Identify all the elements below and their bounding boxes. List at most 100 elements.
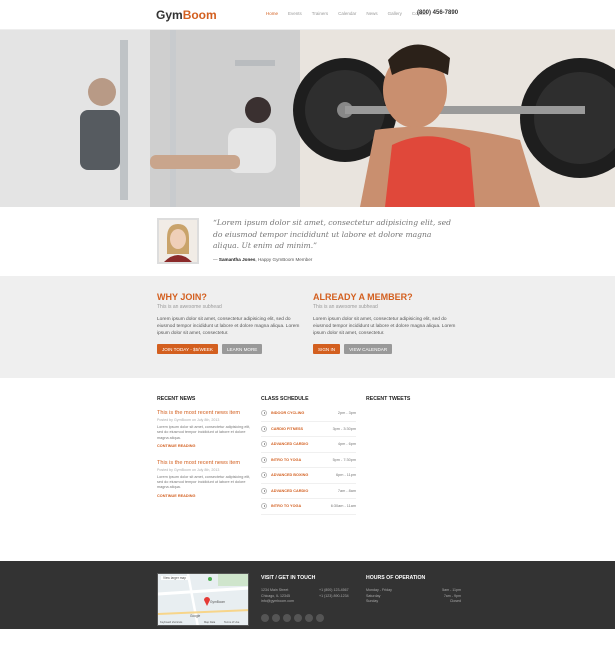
- continue-reading-link[interactable]: CONTINUE READING: [157, 494, 252, 498]
- news-title[interactable]: This is the most recent news item: [157, 410, 252, 416]
- clock-icon: [261, 487, 267, 494]
- class-name: CARDIO FITNESS: [271, 426, 304, 431]
- hours-heading: HOURS OF OPERATION: [366, 575, 426, 581]
- news-item: This is the most recent news item Posted…: [157, 460, 252, 498]
- testimonial-avatar: [157, 218, 199, 264]
- schedule-row[interactable]: INTRO TO YOGA 5pm - 7:30pm: [261, 453, 356, 468]
- class-schedule-heading: CLASS SCHEDULE: [261, 396, 309, 402]
- site-logo[interactable]: GymBoom: [156, 8, 217, 22]
- news-body: Lorem ipsum dolor sit amet, consectetur …: [157, 474, 251, 490]
- recent-tweets: RECENT TWEETS: [366, 396, 410, 402]
- recent-tweets-heading: RECENT TWEETS: [366, 396, 411, 402]
- view-calendar-button[interactable]: VIEW CALENDAR: [344, 344, 393, 354]
- recent-news-heading: RECENT NEWS: [157, 396, 196, 402]
- news-body: Lorem ipsum dolor sit amet, consectetur …: [157, 425, 251, 440]
- why-join-title: WHY JOIN?: [157, 292, 207, 302]
- map-brand-label: Google: [190, 614, 201, 618]
- why-join-subtitle: This is an awesome subhead: [157, 304, 222, 310]
- schedule-row[interactable]: ADVANCED CARDIO 4pm - 6pm: [261, 437, 356, 453]
- testimonial: “Lorem ipsum dolor sit amet, consectetur…: [155, 215, 460, 270]
- class-time: 3pm - 3:30pm: [332, 426, 356, 431]
- schedule-row[interactable]: INTRO TO YOGA 6:30am - 11am: [261, 499, 356, 515]
- news-meta: Posted by GymBoom on July 8th, 2013: [157, 418, 220, 422]
- nav-events[interactable]: Events: [288, 11, 302, 16]
- member-title: ALREADY A MEMBER?: [313, 292, 413, 302]
- clock-icon: [261, 441, 267, 448]
- clock-icon: [261, 410, 267, 417]
- sign-in-button[interactable]: SIGN IN: [313, 344, 341, 354]
- hero-illustration: [0, 30, 615, 207]
- class-name: ADVANCED CARDIO: [271, 488, 309, 493]
- avatar-photo: [159, 220, 197, 262]
- main-nav: Home Events Trainers Calendar News Galle…: [266, 11, 427, 16]
- class-time: 2pm - 3pm: [337, 411, 356, 416]
- why-join-block: WHY JOIN? This is an awesome subhead Lor…: [157, 292, 307, 354]
- map-terms-link[interactable]: Terms of Use: [224, 621, 239, 624]
- site-header: GymBoom Home Events Trainers Calendar Ne…: [0, 0, 615, 30]
- map-place-label: GymBoom: [210, 600, 226, 604]
- clock-icon: [261, 425, 267, 432]
- learn-more-button[interactable]: LEARN MORE: [221, 344, 263, 354]
- class-schedule: CLASS SCHEDULE INDOOR CYCLING 2pm - 3pm …: [261, 396, 356, 515]
- why-join-body: Lorem ipsum dolor sit amet, consectetur …: [157, 317, 300, 336]
- member-subtitle: This is an awesome subhead: [313, 304, 378, 310]
- class-time: 5pm - 7:30pm: [332, 457, 356, 462]
- class-name: INTRO TO YOGA: [271, 504, 302, 509]
- author-name: Samantha Jones: [218, 257, 256, 262]
- class-name: ADVANCED BOXING: [271, 473, 309, 478]
- facebook-icon[interactable]: [261, 613, 269, 622]
- schedule-row[interactable]: ADVANCED BOXING 6pm - 11pm: [261, 468, 356, 484]
- cta-band: [0, 276, 615, 378]
- map-shortcuts-label[interactable]: Keyboard shortcuts: [160, 621, 182, 624]
- class-time: 6pm - 11pm: [336, 473, 356, 478]
- class-time: 7am - 8am: [337, 488, 356, 493]
- class-name: INTRO TO YOGA: [271, 457, 302, 462]
- clock-icon: [261, 503, 267, 510]
- header-phone: (800) 456-7890: [417, 10, 459, 16]
- logo-text-accent: Boom: [182, 8, 217, 22]
- email-link[interactable]: info@gymboom.com: [261, 599, 319, 605]
- recent-news: RECENT NEWS This is the most recent news…: [157, 396, 252, 498]
- hours-section: HOURS OF OPERATION Monday - Friday 5am - …: [366, 575, 461, 605]
- clock-icon: [261, 456, 267, 463]
- member-block: ALREADY A MEMBER? This is an awesome sub…: [313, 292, 463, 354]
- class-time: 6:30am - 11am: [330, 504, 356, 509]
- visit-heading: VISIT / GET IN TOUCH: [261, 575, 316, 581]
- class-name: INDOOR CYCLING: [271, 411, 305, 416]
- continue-reading-link[interactable]: CONTINUE READING: [157, 444, 252, 448]
- author-role: , Happy GymBoom Member: [255, 257, 313, 262]
- social-links: [261, 613, 356, 622]
- schedule-row[interactable]: ADVANCED CARDIO 7am - 8am: [261, 484, 356, 499]
- nav-news[interactable]: News: [366, 11, 377, 16]
- news-meta: Posted by GymBoom on July 8th, 2013: [157, 467, 220, 472]
- google-plus-icon[interactable]: [283, 613, 291, 622]
- news-title[interactable]: This is the most recent news item: [157, 460, 252, 466]
- hours-time: Closed: [449, 599, 461, 603]
- member-body: Lorem ipsum dolor sit amet, consectetur …: [313, 317, 456, 336]
- location-map[interactable]: View larger map GymBoom Google Keyboard …: [157, 573, 249, 626]
- logo-text-primary: Gym: [156, 8, 183, 22]
- twitter-icon[interactable]: [272, 613, 280, 622]
- page-bottom: [0, 629, 615, 658]
- map-graphic: [158, 574, 248, 625]
- testimonial-quote: “Lorem ipsum dolor sit amet, consectetur…: [213, 218, 451, 250]
- hero-image: [0, 30, 615, 207]
- nav-calendar[interactable]: Calendar: [338, 11, 356, 16]
- visit-section: VISIT / GET IN TOUCH 1234 Main Street +1 …: [261, 575, 356, 622]
- nav-trainers[interactable]: Trainers: [312, 11, 328, 16]
- testimonial-author: — Samantha Jones, Happy GymBoom Member: [213, 257, 313, 262]
- youtube-icon[interactable]: [294, 613, 302, 622]
- nav-gallery[interactable]: Gallery: [388, 11, 402, 16]
- schedule-row[interactable]: CARDIO FITNESS 3pm - 3:30pm: [261, 422, 356, 437]
- class-name: ADVANCED CARDIO: [271, 442, 309, 447]
- news-item: This is the most recent news item Posted…: [157, 410, 252, 448]
- rss-icon[interactable]: [316, 613, 324, 622]
- hours-day: Sunday: [366, 599, 379, 603]
- join-today-button[interactable]: JOIN TODAY - $5/WEEK: [157, 344, 218, 354]
- nav-home[interactable]: Home: [266, 11, 278, 16]
- view-larger-map-link[interactable]: View larger map: [161, 576, 188, 580]
- phone-number: +1 (123) 890-1234: [319, 593, 349, 598]
- schedule-row[interactable]: INDOOR CYCLING 2pm - 3pm: [261, 406, 356, 422]
- pinterest-icon[interactable]: [305, 613, 313, 622]
- map-data-label: Map Data: [204, 621, 216, 624]
